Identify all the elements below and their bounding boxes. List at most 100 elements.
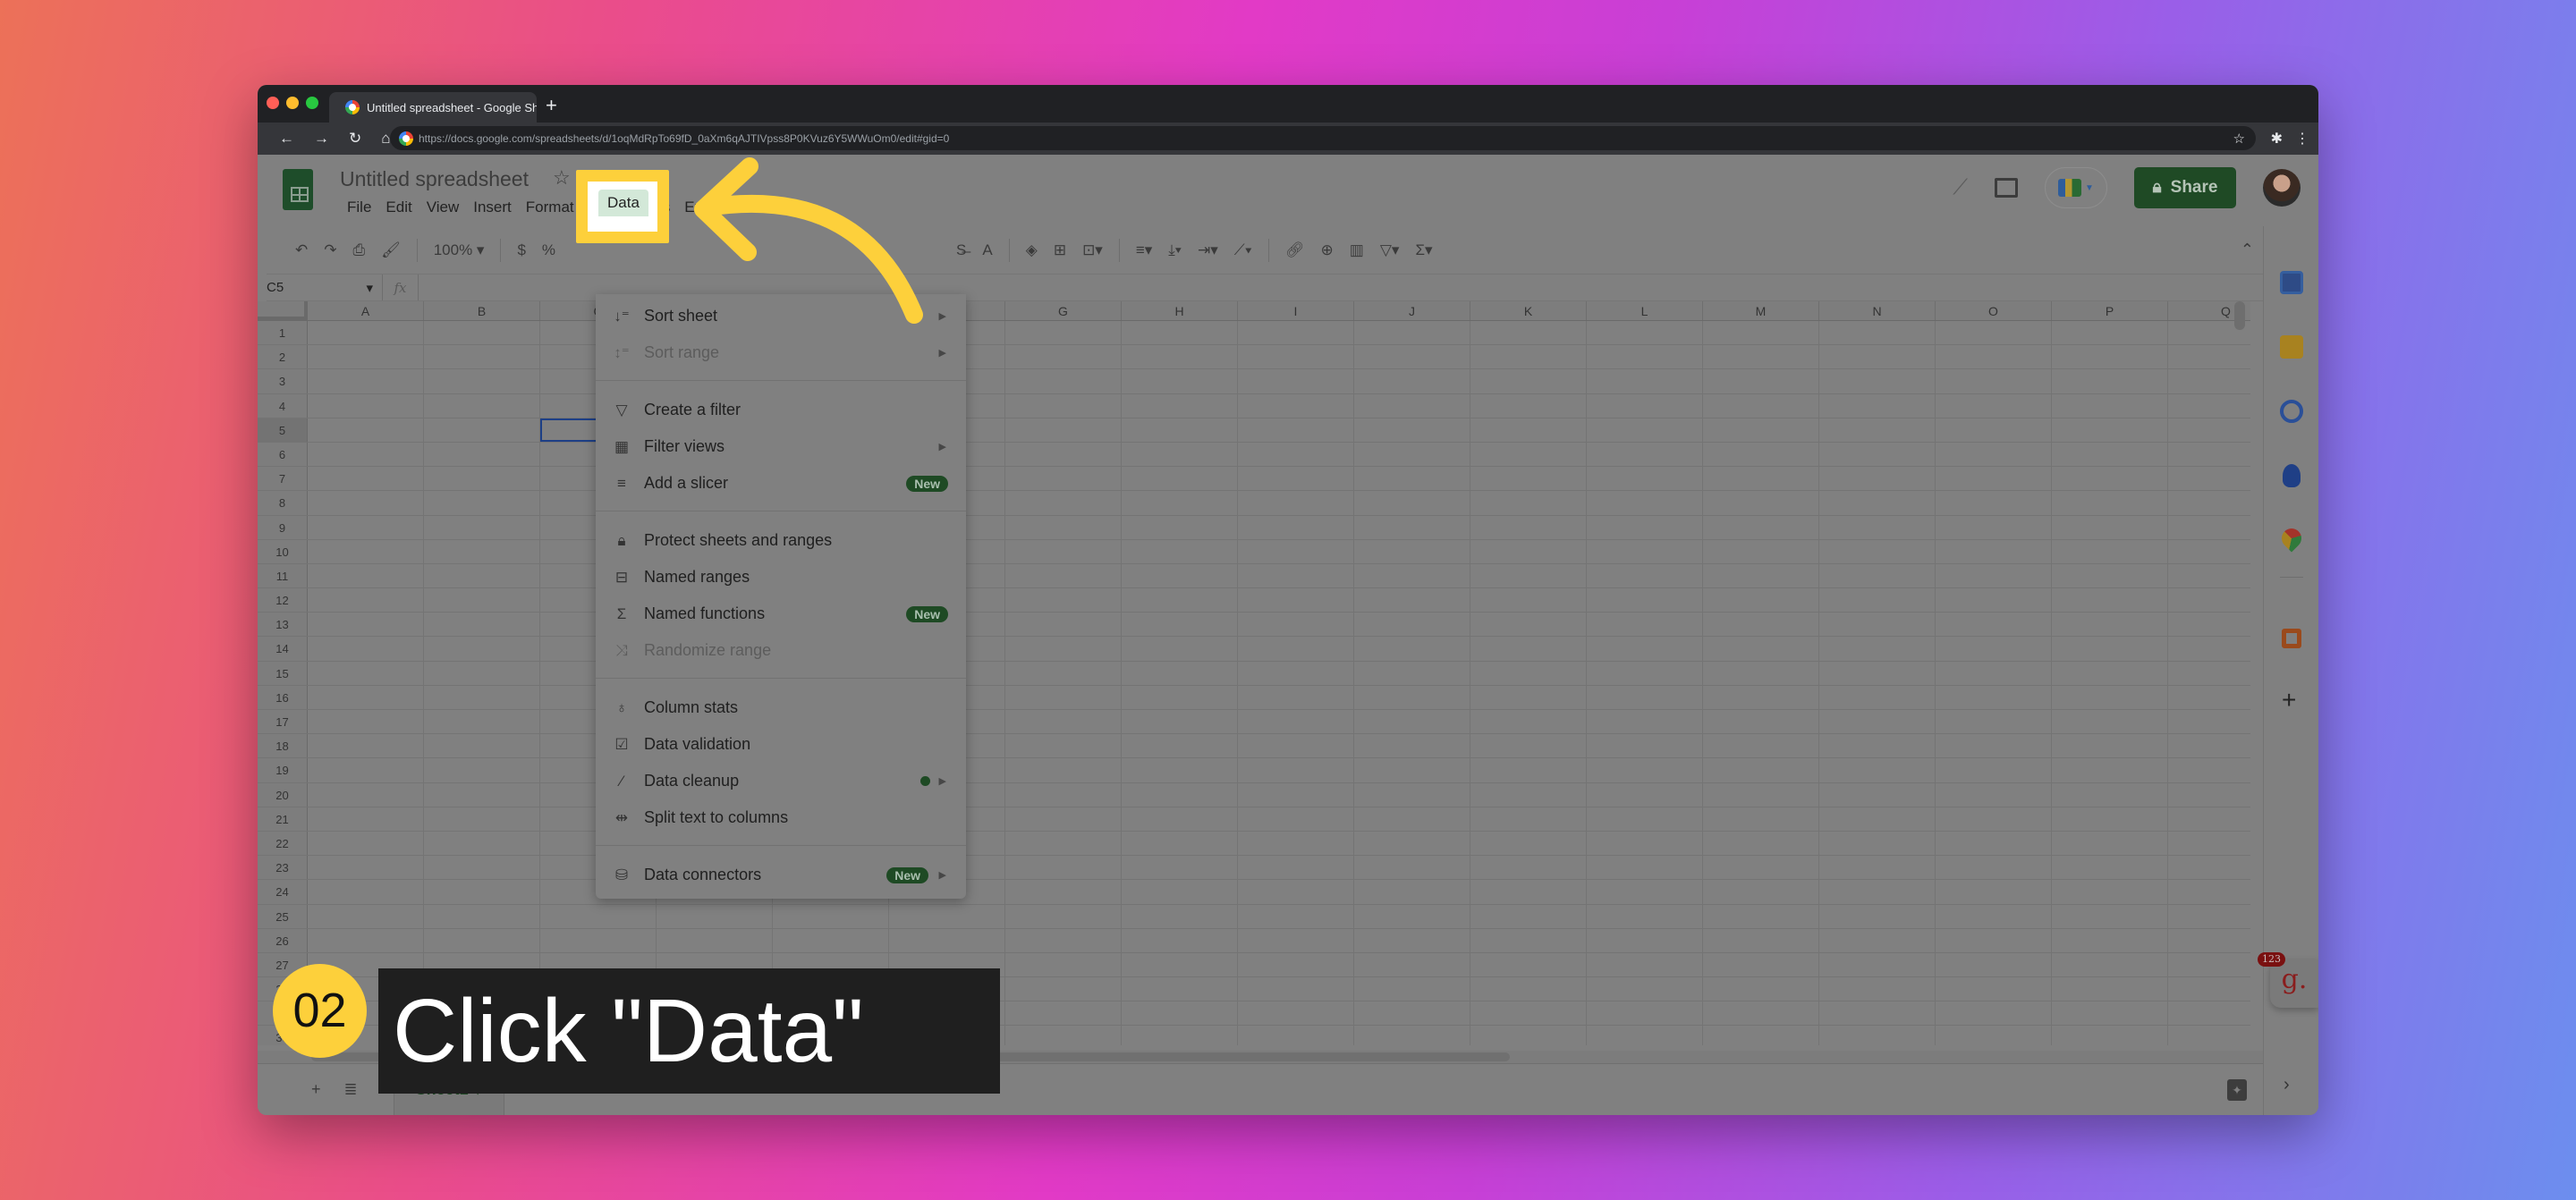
cell-H10[interactable] [1122, 539, 1238, 563]
cell-A4[interactable] [308, 393, 424, 418]
cell-Q6[interactable] [2168, 443, 2250, 466]
cell-K27[interactable] [1470, 952, 1587, 977]
cell-I6[interactable] [1238, 442, 1354, 467]
row-header[interactable]: 19 [258, 758, 308, 782]
menu-item-sort-sheet[interactable]: ↓⁼ Sort sheet ▶ [596, 298, 966, 334]
functions-icon[interactable]: Σ▾ [1415, 241, 1432, 259]
cell-K23[interactable] [1470, 856, 1587, 880]
cell-M29[interactable] [1703, 1001, 1819, 1026]
cell-B2[interactable] [424, 345, 540, 369]
cell-F25[interactable] [889, 904, 1005, 928]
cell-F26[interactable] [889, 928, 1005, 952]
cell-P19[interactable] [2052, 758, 2168, 782]
maps-icon[interactable] [2277, 524, 2306, 553]
cell-N23[interactable] [1819, 856, 1936, 880]
cell-L29[interactable] [1587, 1001, 1703, 1026]
cell-K16[interactable] [1470, 685, 1587, 709]
cell-I28[interactable] [1238, 977, 1354, 1001]
cell-J8[interactable] [1354, 491, 1470, 515]
avatar[interactable] [2263, 169, 2301, 207]
cell-G5[interactable] [1005, 418, 1122, 442]
cell-G12[interactable] [1005, 588, 1122, 613]
column-header[interactable]: O [1936, 301, 2052, 320]
cell-K6[interactable] [1470, 442, 1587, 467]
cell-N12[interactable] [1819, 588, 1936, 613]
reload-icon[interactable]: ↻ [349, 130, 361, 148]
cell-P5[interactable] [2052, 418, 2168, 442]
cell-L9[interactable] [1587, 515, 1703, 539]
cell-K14[interactable] [1470, 637, 1587, 661]
cell-G4[interactable] [1005, 393, 1122, 418]
cell-O13[interactable] [1936, 613, 2052, 637]
cell-O26[interactable] [1936, 928, 2052, 952]
cell-J18[interactable] [1354, 734, 1470, 758]
cell-M18[interactable] [1703, 734, 1819, 758]
cell-J25[interactable] [1354, 904, 1470, 928]
name-box[interactable]: C5 ▾ [267, 275, 383, 300]
cell-I24[interactable] [1238, 880, 1354, 904]
cell-G27[interactable] [1005, 952, 1122, 977]
cell-Q3[interactable] [2168, 369, 2250, 393]
cell-M12[interactable] [1703, 588, 1819, 613]
column-header[interactable]: N [1819, 301, 1936, 320]
cell-M21[interactable] [1703, 807, 1819, 831]
cell-H8[interactable] [1122, 491, 1238, 515]
column-header[interactable]: H [1122, 301, 1238, 320]
cell-Q18[interactable] [2168, 734, 2250, 757]
g-extension-widget[interactable]: 123 g. [2258, 952, 2318, 1008]
cell-N13[interactable] [1819, 613, 1936, 637]
cell-N16[interactable] [1819, 685, 1936, 709]
cell-A7[interactable] [308, 467, 424, 491]
cell-G24[interactable] [1005, 880, 1122, 904]
cell-M28[interactable] [1703, 977, 1819, 1001]
vertical-scrollbar[interactable] [2234, 301, 2245, 330]
cell-M15[interactable] [1703, 661, 1819, 685]
cell-Q12[interactable] [2168, 588, 2250, 612]
cell-L15[interactable] [1587, 661, 1703, 685]
cell-O29[interactable] [1936, 1001, 2052, 1026]
row-header[interactable]: 20 [258, 782, 308, 807]
highlighted-data-menu[interactable]: Data [598, 190, 648, 216]
cell-L30[interactable] [1587, 1026, 1703, 1045]
browser-menu-icon[interactable]: ⋮ [2295, 130, 2309, 148]
share-button[interactable]: 🔒︎ Share [2134, 167, 2236, 208]
cell-J4[interactable] [1354, 393, 1470, 418]
insert-link-icon[interactable]: 🔗︎ [1285, 241, 1305, 259]
cell-K21[interactable] [1470, 807, 1587, 831]
filter-icon[interactable]: ▽▾ [1380, 241, 1400, 259]
explore-icon[interactable]: ✦ [2227, 1078, 2247, 1101]
cell-P18[interactable] [2052, 734, 2168, 758]
cell-H14[interactable] [1122, 637, 1238, 661]
cell-K2[interactable] [1470, 345, 1587, 369]
cell-A15[interactable] [308, 661, 424, 685]
cell-P14[interactable] [2052, 637, 2168, 661]
cell-H19[interactable] [1122, 758, 1238, 782]
cell-G7[interactable] [1005, 467, 1122, 491]
cell-N26[interactable] [1819, 928, 1936, 952]
cell-G8[interactable] [1005, 491, 1122, 515]
cell-N14[interactable] [1819, 637, 1936, 661]
cell-G25[interactable] [1005, 904, 1122, 928]
cell-A13[interactable] [308, 613, 424, 637]
all-sheets-icon[interactable]: ≣ [344, 1080, 358, 1099]
spreadsheet-grid[interactable]: ABCDEFGHIJKLMNOPQ 1234567891011121314151… [258, 301, 2250, 1045]
cell-B22[interactable] [424, 831, 540, 856]
cell-P12[interactable] [2052, 588, 2168, 613]
cell-I15[interactable] [1238, 661, 1354, 685]
cell-M9[interactable] [1703, 515, 1819, 539]
cell-P6[interactable] [2052, 442, 2168, 467]
cell-P7[interactable] [2052, 467, 2168, 491]
cell-P27[interactable] [2052, 952, 2168, 977]
cell-J22[interactable] [1354, 831, 1470, 856]
cell-L17[interactable] [1587, 710, 1703, 734]
cell-N19[interactable] [1819, 758, 1936, 782]
cell-A18[interactable] [308, 734, 424, 758]
cell-Q24[interactable] [2168, 880, 2250, 903]
cell-Q4[interactable] [2168, 394, 2250, 418]
cell-L7[interactable] [1587, 467, 1703, 491]
cell-H4[interactable] [1122, 393, 1238, 418]
cell-J6[interactable] [1354, 442, 1470, 467]
cell-N25[interactable] [1819, 904, 1936, 928]
back-icon[interactable]: ← [279, 130, 294, 148]
forward-icon[interactable]: → [314, 130, 329, 148]
